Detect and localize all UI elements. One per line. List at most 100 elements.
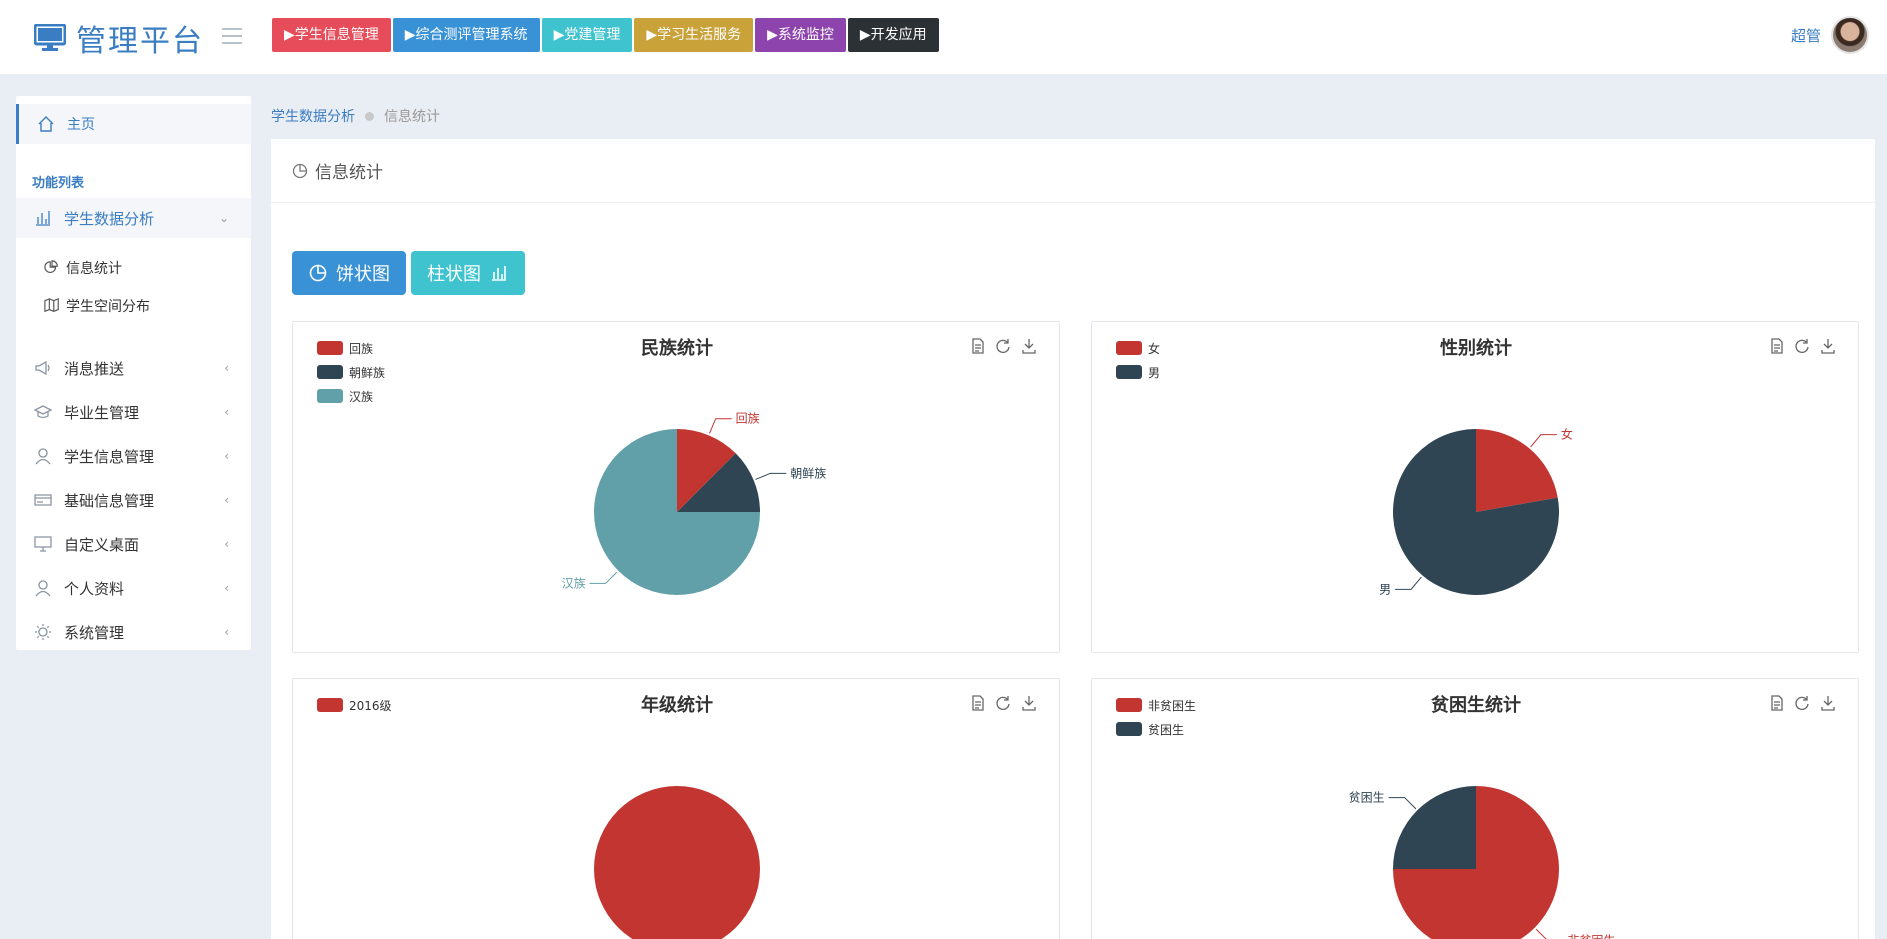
chart-title: 贫困生统计 xyxy=(1431,695,1521,716)
bar-chart-icon xyxy=(36,211,50,226)
chart-type-buttons: 饼状图 柱状图 xyxy=(292,251,525,295)
top-nav-item[interactable]: ▶开发应用 xyxy=(847,18,939,52)
chart-title: 性别统计 xyxy=(1440,338,1512,359)
chevron-left-icon: ‹ xyxy=(224,449,229,463)
pie-label: 朝鲜族 xyxy=(790,466,826,480)
megaphone-icon xyxy=(35,360,50,376)
sidebar-item[interactable]: 学生数据分析 ⌄ xyxy=(16,198,251,238)
download-icon[interactable] xyxy=(1820,338,1836,354)
pie-chart-button[interactable]: 饼状图 xyxy=(292,251,406,295)
pie-label: 回族 xyxy=(736,412,760,426)
data-view-icon[interactable] xyxy=(969,695,985,711)
sidebar-subitem[interactable]: 信息统计 xyxy=(44,253,122,283)
brand[interactable]: 管理平台 xyxy=(34,16,204,60)
breadcrumb-separator xyxy=(365,111,374,121)
user-menu[interactable]: 超管 xyxy=(1791,16,1869,54)
pie-label-line xyxy=(755,472,787,480)
pie-label: 汉族 xyxy=(562,576,586,590)
top-header: 管理平台 ▶学生信息管理 ▶综合测评管理系统 ▶党建管理 ▶学习生活服务 ▶系统监控 ▶开… xyxy=(0,0,1887,74)
bar-chart-button[interactable]: 柱状图 xyxy=(411,251,525,295)
breadcrumb-current: 信息统计 xyxy=(384,109,440,125)
chevron-down-icon: ⌄ xyxy=(218,211,229,225)
legend-item[interactable]: 汉族 xyxy=(317,384,385,408)
pie-label: 男 xyxy=(1379,582,1391,596)
download-icon[interactable] xyxy=(1820,695,1836,711)
sidebar-item[interactable]: 系统管理 ‹ xyxy=(16,612,251,652)
chart-toolbox xyxy=(1768,338,1836,354)
user-name[interactable]: 超管 xyxy=(1791,25,1821,46)
download-icon[interactable] xyxy=(1021,695,1037,711)
legend-swatch xyxy=(1116,365,1142,379)
chart-toolbox xyxy=(1768,695,1836,711)
legend-swatch xyxy=(317,389,343,403)
legend-label: 汉族 xyxy=(349,389,374,404)
legend-item[interactable]: 回族 xyxy=(317,336,385,360)
pie-chart: 非贫困生 贫困生 xyxy=(1349,786,1615,939)
top-nav-item[interactable]: ▶学生信息管理 xyxy=(272,18,391,52)
pie-label: 女 xyxy=(1561,427,1573,442)
user-icon xyxy=(35,448,51,465)
sidebar-item[interactable]: 毕业生管理 ‹ xyxy=(16,392,251,432)
legend-swatch xyxy=(1116,698,1142,712)
download-icon[interactable] xyxy=(1021,338,1037,354)
refresh-icon[interactable] xyxy=(995,695,1011,711)
map-icon xyxy=(44,298,59,313)
sidebar-item-home[interactable]: 主页 xyxy=(16,104,251,144)
chart-toolbox xyxy=(969,695,1037,711)
pie-slice[interactable] xyxy=(1476,429,1558,512)
top-nav-item[interactable]: ▶党建管理 xyxy=(541,18,633,52)
sidebar-subitem-label: 信息统计 xyxy=(66,261,122,277)
top-nav-item[interactable]: ▶综合测评管理系统 xyxy=(392,18,540,52)
chart-legend: 回族朝鲜族汉族 xyxy=(317,336,385,408)
legend-label: 2016级 xyxy=(349,698,392,713)
data-view-icon[interactable] xyxy=(969,338,985,354)
sidebar-item-label: 个人资料 xyxy=(64,579,125,598)
legend-label: 朝鲜族 xyxy=(349,365,386,380)
legend-item[interactable]: 2016级 xyxy=(317,693,392,717)
pie-label-line xyxy=(1535,928,1547,939)
legend-item[interactable]: 朝鲜族 xyxy=(317,360,385,384)
legend-item[interactable]: 男 xyxy=(1116,360,1160,384)
legend-swatch xyxy=(317,698,343,712)
sidebar-item[interactable]: 个人资料 ‹ xyxy=(16,568,251,608)
legend-item[interactable]: 贫困生 xyxy=(1116,717,1196,741)
data-view-icon[interactable] xyxy=(1768,695,1784,711)
legend-item[interactable]: 非贫困生 xyxy=(1116,693,1196,717)
refresh-icon[interactable] xyxy=(1794,338,1810,354)
legend-label: 女 xyxy=(1148,341,1161,356)
legend-swatch xyxy=(1116,341,1142,355)
breadcrumb-parent[interactable]: 学生数据分析 xyxy=(271,106,355,126)
data-view-icon[interactable] xyxy=(1768,338,1784,354)
pie-icon xyxy=(309,264,327,282)
button-label: 饼状图 xyxy=(336,264,390,285)
sidebar-item-label: 学生数据分析 xyxy=(64,209,155,228)
chevron-left-icon: ‹ xyxy=(224,493,229,507)
pie-label-line xyxy=(1530,434,1557,448)
refresh-icon[interactable] xyxy=(995,338,1011,354)
sidebar-subitem[interactable]: 学生空间分布 xyxy=(44,291,150,321)
sidebar-item-label: 主页 xyxy=(67,117,95,133)
sidebar-item[interactable]: 消息推送 ‹ xyxy=(16,348,251,388)
top-nav-item[interactable]: ▶学习生活服务 xyxy=(634,18,754,52)
sidebar-item[interactable]: 自定义桌面 ‹ xyxy=(16,524,251,564)
refresh-icon[interactable] xyxy=(1794,695,1810,711)
chevron-left-icon: ‹ xyxy=(224,405,229,419)
sidebar-item[interactable]: 基础信息管理 ‹ xyxy=(16,480,251,520)
sidebar-item-label: 消息推送 xyxy=(64,359,125,378)
panel-title: 信息统计 xyxy=(315,163,383,183)
sidebar: 主页 功能列表 学生数据分析 ⌄ 消息推送 ‹ 毕业生管理 ‹ 学生信息管理 ‹ 基础信息管理 ‹… xyxy=(16,96,251,650)
sidebar-item[interactable]: 学生信息管理 ‹ xyxy=(16,436,251,476)
sidebar-subitem-label: 学生空间分布 xyxy=(66,299,150,315)
card-icon xyxy=(34,494,52,506)
main-panel: 信息统计 饼状图 柱状图 回族 朝鲜族 汉族 民族统计 回族 朝鲜族 汉族女男性别统计女男年… xyxy=(271,139,1875,939)
gear-icon xyxy=(35,624,51,640)
sidebar-section-label: 功能列表 xyxy=(32,176,85,191)
menu-toggle-icon[interactable] xyxy=(222,28,242,44)
chart-card: 回族 朝鲜族 汉族 民族统计 回族 朝鲜族 汉族 xyxy=(292,321,1060,653)
pie-slice[interactable] xyxy=(594,786,760,939)
avatar[interactable] xyxy=(1831,16,1869,54)
legend-item[interactable]: 女 xyxy=(1116,336,1160,360)
sidebar-item-label: 毕业生管理 xyxy=(64,403,140,422)
pie-label-line xyxy=(1395,576,1422,590)
top-nav-item[interactable]: ▶系统监控 xyxy=(755,18,846,52)
